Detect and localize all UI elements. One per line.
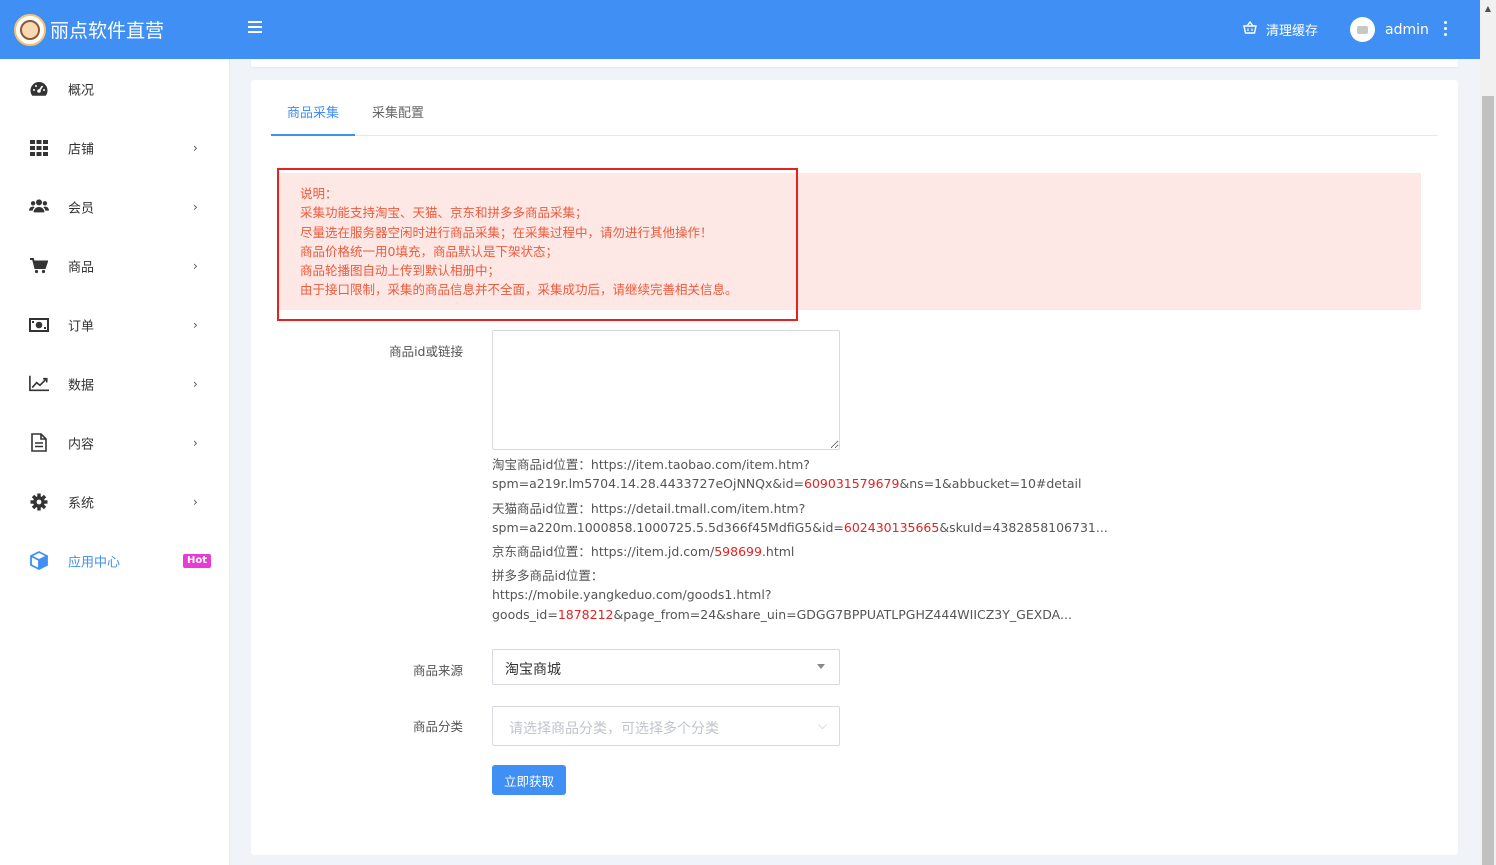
help-text: goods_id= (492, 606, 558, 622)
help-line: spm=a220m.1000858.1000725.5.5d366f45Mdfi… (492, 518, 1108, 537)
help-line: 拼多多商品id位置： (492, 568, 604, 583)
sidebar-item-label: 商品 (68, 260, 95, 275)
document-icon (29, 433, 49, 453)
highlight-id: 1878212 (557, 606, 614, 622)
money-icon (29, 315, 49, 335)
clear-cache-label: 清理缓存 (1266, 24, 1319, 39)
help-line: 京东商品id位置：https://item.jd.com/598699.html (492, 542, 794, 561)
caret-down-icon (817, 664, 825, 669)
sidebar-item-overview[interactable]: 概况 (0, 59, 230, 118)
username: admin (1385, 21, 1429, 38)
sidebar-item-data[interactable]: 数据 › (0, 354, 230, 413)
product-id-label: 商品id或链接 (389, 344, 463, 359)
notice-line: 说明： (300, 186, 338, 201)
product-id-input[interactable] (492, 330, 840, 450)
help-line: https://mobile.yangkeduo.com/goods1.html… (492, 587, 772, 603)
brand[interactable]: 丽点软件直营 (0, 0, 230, 59)
sidebar-item-members[interactable]: 会员 › (0, 177, 230, 236)
pdd-help: 拼多多商品id位置： https://mobile.yangkeduo.com/… (492, 566, 1072, 624)
sidebar-item-products[interactable]: 商品 › (0, 236, 230, 295)
highlight-id: 609031579679 (804, 476, 900, 492)
tmall-help: 天猫商品id位置：https://detail.tmall.com/item.h… (492, 499, 1108, 538)
clear-cache-button[interactable]: 清理缓存 (1243, 20, 1318, 39)
sidebar-item-orders[interactable]: 订单 › (0, 295, 230, 354)
sidebar-item-label: 内容 (68, 437, 95, 452)
sidebar-item-content[interactable]: 内容 › (0, 413, 230, 472)
dashboard-icon (29, 79, 49, 99)
sidebar: 概况 店铺 › 会员 › 商品 › 订单 › 数据 › 内容 › 系统 › 应用… (0, 59, 230, 865)
notice-line: 由于接口限制，采集的商品信息并不全面，采集成功后，请继续完善相关信息。 (300, 282, 738, 298)
source-label: 商品来源 (412, 663, 463, 678)
chevron-right-icon: › (193, 317, 198, 332)
help-text: &skuId=4382858106731... (939, 520, 1108, 536)
hot-badge: Hot (183, 553, 212, 568)
sidebar-item-label: 概况 (68, 83, 95, 98)
notice-line: 商品价格统一用0填充，商品默认是下架状态； (300, 243, 558, 259)
gear-icon (29, 492, 49, 512)
help-line: 天猫商品id位置：https://detail.tmall.com/item.h… (492, 501, 806, 516)
help-line: 淘宝商品id位置：https://item.taobao.com/item.ht… (492, 457, 810, 472)
help-text: .html (761, 544, 795, 559)
sidebar-item-label: 订单 (68, 319, 95, 334)
chevron-right-icon: › (193, 258, 198, 273)
chevron-right-icon: › (193, 376, 198, 391)
brand-title: 丽点软件直营 (50, 20, 165, 42)
help-text: &page_from=24&share_uin=GDGG7BPPUATLPGHZ… (613, 606, 1072, 622)
source-select-value: 淘宝商城 (505, 662, 561, 678)
scrollbar-thumb[interactable] (1482, 96, 1494, 865)
category-select[interactable]: 请选择商品分类，可选择多个分类 ⌵ (492, 706, 840, 746)
cube-icon (29, 551, 49, 571)
brand-logo-icon (14, 13, 46, 46)
avatar (1350, 17, 1375, 42)
tab-product-collect[interactable]: 商品采集 (271, 94, 355, 136)
taobao-help: 淘宝商品id位置：https://item.taobao.com/item.ht… (492, 455, 1082, 494)
jd-help: 京东商品id位置：https://item.jd.com/598699.html (492, 542, 794, 561)
notice-text: 说明： 采集功能支持淘宝、天猫、京东和拼多多商品采集； 尽量选在服务器空闲时进行… (300, 184, 738, 300)
sidebar-item-store[interactable]: 店铺 › (0, 118, 230, 177)
highlight-id: 602430135665 (843, 520, 940, 536)
chart-line-icon (29, 374, 49, 394)
help-text: spm=a219r.lm5704.14.28.4433727eOjNNQx&id… (492, 476, 805, 492)
help-text: 京东商品id位置：https://item.jd.com/ (492, 544, 715, 559)
help-line: goods_id=1878212&page_from=24&share_uin=… (492, 605, 1072, 624)
sidebar-item-app-center[interactable]: 应用中心 Hot (0, 531, 230, 590)
cart-icon (29, 256, 49, 276)
users-icon (29, 197, 49, 217)
sidebar-item-label: 数据 (68, 378, 95, 393)
page-scrollbar[interactable]: ▲ (1480, 0, 1496, 865)
category-placeholder: 请选择商品分类，可选择多个分类 (509, 721, 719, 737)
sidebar-item-label: 系统 (68, 496, 95, 511)
help-text: spm=a220m.1000858.1000725.5.5d366f45Mdfi… (492, 520, 844, 536)
notice-line: 采集功能支持淘宝、天猫、京东和拼多多商品采集； (300, 205, 588, 221)
tab-collect-config[interactable]: 采集配置 (363, 94, 433, 136)
sidebar-item-system[interactable]: 系统 › (0, 472, 230, 531)
chevron-right-icon: › (193, 494, 198, 509)
scroll-up-icon[interactable]: ▲ (1480, 0, 1496, 16)
chevron-down-icon: ⌵ (817, 718, 827, 732)
source-select[interactable]: 淘宝商城 (492, 649, 840, 685)
chevron-right-icon: › (193, 199, 198, 214)
sidebar-item-label: 店铺 (68, 142, 95, 157)
main-panel: 商品采集 采集配置 说明： 采集功能支持淘宝、天猫、京东和拼多多商品采集； 尽量… (251, 80, 1458, 855)
chevron-right-icon: › (193, 140, 198, 155)
sidebar-item-label: 应用中心 (68, 555, 121, 570)
help-line: spm=a219r.lm5704.14.28.4433727eOjNNQx&id… (492, 474, 1082, 493)
help-text: &ns=1&abbucket=10#detail (899, 476, 1082, 492)
previous-panel-edge (251, 59, 1458, 67)
highlight-id: 598699 (714, 544, 762, 559)
notice-line: 尽量选在服务器空闲时进行商品采集；在采集过程中，请勿进行其他操作！ (300, 224, 713, 240)
tab-bar: 商品采集 采集配置 (271, 94, 1438, 136)
category-label: 商品分类 (412, 719, 463, 734)
more-options-icon[interactable] (1443, 21, 1449, 39)
grid-icon (29, 138, 49, 158)
menu-toggle-icon[interactable] (248, 21, 262, 37)
sidebar-item-label: 会员 (68, 201, 95, 216)
fetch-now-button[interactable]: 立即获取 (492, 765, 566, 795)
user-menu[interactable]: admin (1350, 17, 1429, 42)
basket-icon (1243, 20, 1257, 38)
top-header: 丽点软件直营 清理缓存 admin (0, 0, 1480, 59)
notice-line: 商品轮播图自动上传到默认相册中； (300, 263, 501, 279)
chevron-right-icon: › (193, 435, 198, 450)
